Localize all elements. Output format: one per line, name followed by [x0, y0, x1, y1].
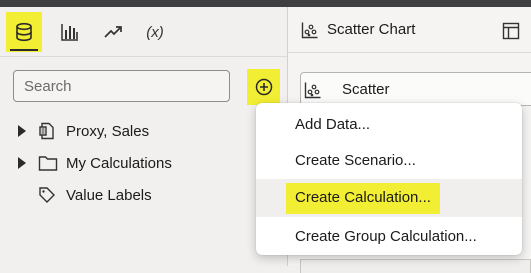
menu-item-label: Create Group Calculation...: [295, 227, 477, 245]
tag-icon: [39, 187, 55, 203]
menu-item-add-data[interactable]: Add Data...: [256, 105, 522, 143]
scatter-chart-icon: [304, 82, 321, 99]
database-icon: [16, 22, 32, 42]
viz-type-label: Scatter: [342, 81, 390, 98]
menu-item-label: Add Data...: [295, 115, 371, 133]
tree-item-label: Proxy, Sales: [66, 122, 150, 140]
tab-analytics[interactable]: [95, 12, 131, 52]
viz-type-selector[interactable]: [300, 72, 531, 106]
search-input[interactable]: [13, 70, 230, 102]
bar-chart-icon: [61, 24, 78, 41]
tab-visualizations[interactable]: [52, 12, 88, 52]
menu-item-create-group-calculation[interactable]: Create Group Calculation...: [256, 217, 522, 255]
chart-title: Scatter Chart: [327, 21, 416, 38]
menu-item-create-calculation[interactable]: Create Calculation...: [256, 179, 522, 217]
add-menu: Add Data... Create Scenario... Create Ca…: [256, 103, 522, 255]
folder-icon: [38, 156, 58, 171]
top-bar: [0, 0, 531, 7]
tree-item-label: Value Labels: [66, 186, 152, 204]
menu-item-label: Create Calculation...: [286, 182, 440, 214]
dataset-icon: [39, 122, 54, 140]
tab-data[interactable]: [6, 12, 42, 52]
data-panel: (x) Proxy, Sales My Calculations Value L…: [0, 7, 287, 266]
layout-panel-icon[interactable]: [502, 22, 520, 40]
panel-toolbar: (x): [0, 7, 287, 57]
properties-section: [300, 259, 531, 273]
scatter-chart-icon: [301, 22, 318, 39]
fx-icon: (x): [146, 23, 164, 41]
expand-caret-icon[interactable]: [18, 157, 26, 169]
add-button[interactable]: [247, 69, 280, 105]
expand-caret-icon[interactable]: [18, 125, 26, 137]
chart-header: Scatter Chart: [288, 7, 531, 53]
menu-item-create-scenario[interactable]: Create Scenario...: [256, 141, 522, 179]
menu-item-label: Create Scenario...: [295, 151, 416, 169]
tab-calculations[interactable]: (x): [137, 12, 173, 52]
tree-item-label: My Calculations: [66, 154, 172, 172]
plus-circle-icon: [255, 78, 272, 96]
trend-arrow-icon: [104, 26, 122, 38]
